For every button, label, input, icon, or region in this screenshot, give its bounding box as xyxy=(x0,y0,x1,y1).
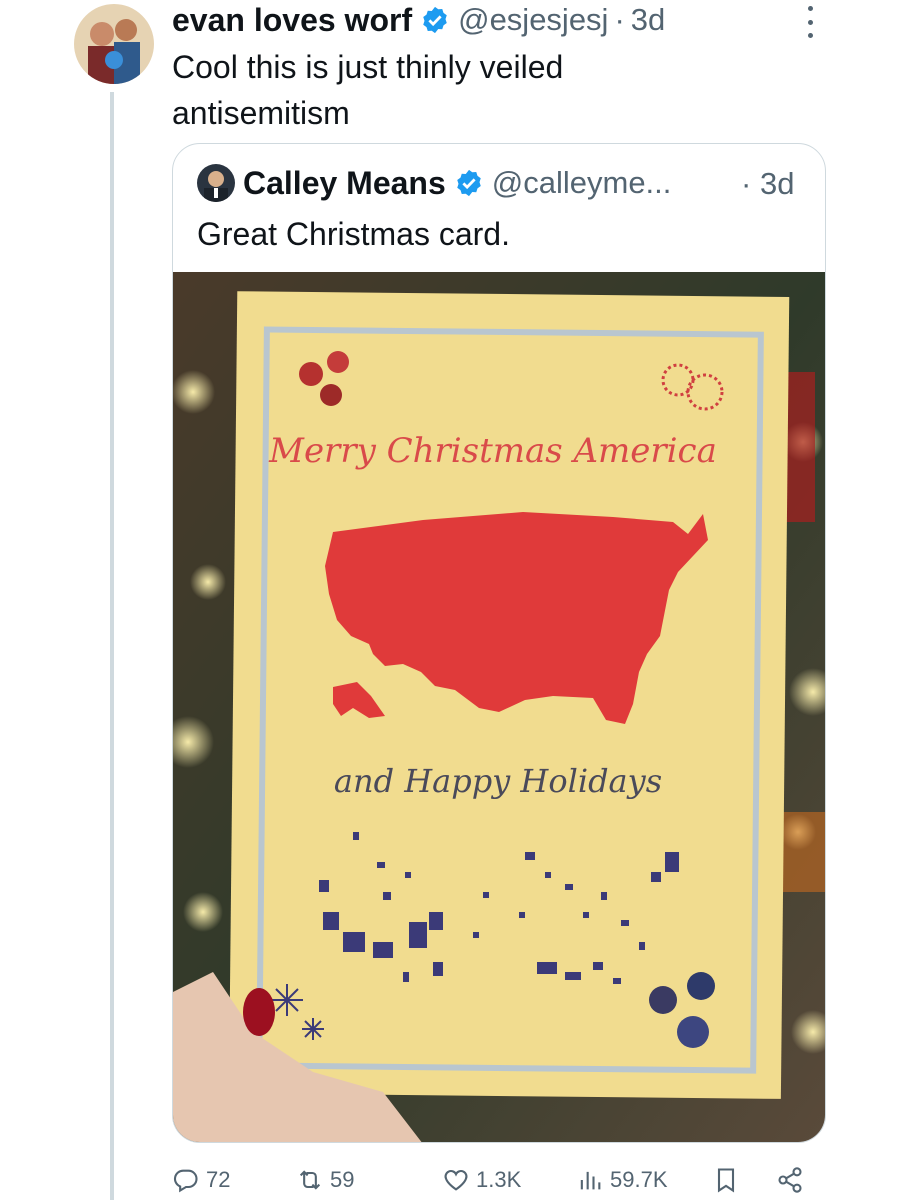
quote-text: Great Christmas card. xyxy=(197,216,510,252)
verified-badge-icon xyxy=(457,169,481,197)
quoted-tweet-card[interactable]: Calley Means @calleyme... · 3d Great Chr… xyxy=(172,143,826,1143)
card-subtitle-text: and Happy Holidays xyxy=(334,762,662,800)
timestamp[interactable]: 3d xyxy=(631,2,665,38)
author-handle[interactable]: @esjesjesj xyxy=(458,2,608,38)
reply-icon xyxy=(173,1169,198,1193)
repost-button[interactable]: 59 xyxy=(296,1160,354,1200)
repost-count: 59 xyxy=(330,1167,355,1192)
like-icon xyxy=(444,1169,468,1191)
author-avatar[interactable] xyxy=(74,4,154,84)
quote-author-avatar xyxy=(197,164,235,202)
tweet-actions-bar: 72 59 1.3K 59.7K xyxy=(172,1160,826,1200)
more-vertical-icon[interactable] xyxy=(800,6,820,38)
thread-connector-line xyxy=(110,92,114,1200)
christmas-card-photo: Merry Christmas America and Happy Holida… xyxy=(173,272,825,1142)
separator-dot: · xyxy=(741,166,752,201)
bookmark-button[interactable] xyxy=(712,1160,746,1200)
author-name[interactable]: evan loves worf xyxy=(172,2,412,39)
quote-author-name: Calley Means xyxy=(243,164,446,201)
reply-button[interactable]: 72 xyxy=(172,1160,230,1200)
quote-header: Calley Means @calleyme... xyxy=(197,162,671,204)
view-count: 59.7K xyxy=(610,1167,668,1192)
quote-author-handle: @calleyme... xyxy=(491,165,672,200)
quote-media-image[interactable]: Merry Christmas America and Happy Holida… xyxy=(173,272,825,1142)
tweet-text: Cool this is just thinly veiled antisemi… xyxy=(172,49,564,131)
like-button[interactable]: 1.3K xyxy=(442,1160,521,1200)
reply-count: 72 xyxy=(206,1167,231,1192)
share-button[interactable] xyxy=(776,1160,810,1200)
quote-time: 3d xyxy=(759,166,795,201)
bookmark-icon xyxy=(717,1168,735,1193)
tweet-header: evan loves worf @esjesjesj · 3d xyxy=(172,0,665,40)
views-button[interactable]: 59.7K xyxy=(576,1160,668,1200)
like-count: 1.3K xyxy=(476,1167,522,1192)
verified-badge-icon xyxy=(423,6,447,34)
quote-timestamp: · 3d xyxy=(741,166,794,202)
share-icon xyxy=(778,1167,802,1193)
repost-icon xyxy=(299,1170,321,1190)
separator-dot: · xyxy=(614,2,625,37)
views-icon xyxy=(580,1171,601,1190)
card-title-text: Merry Christmas America xyxy=(268,431,717,471)
